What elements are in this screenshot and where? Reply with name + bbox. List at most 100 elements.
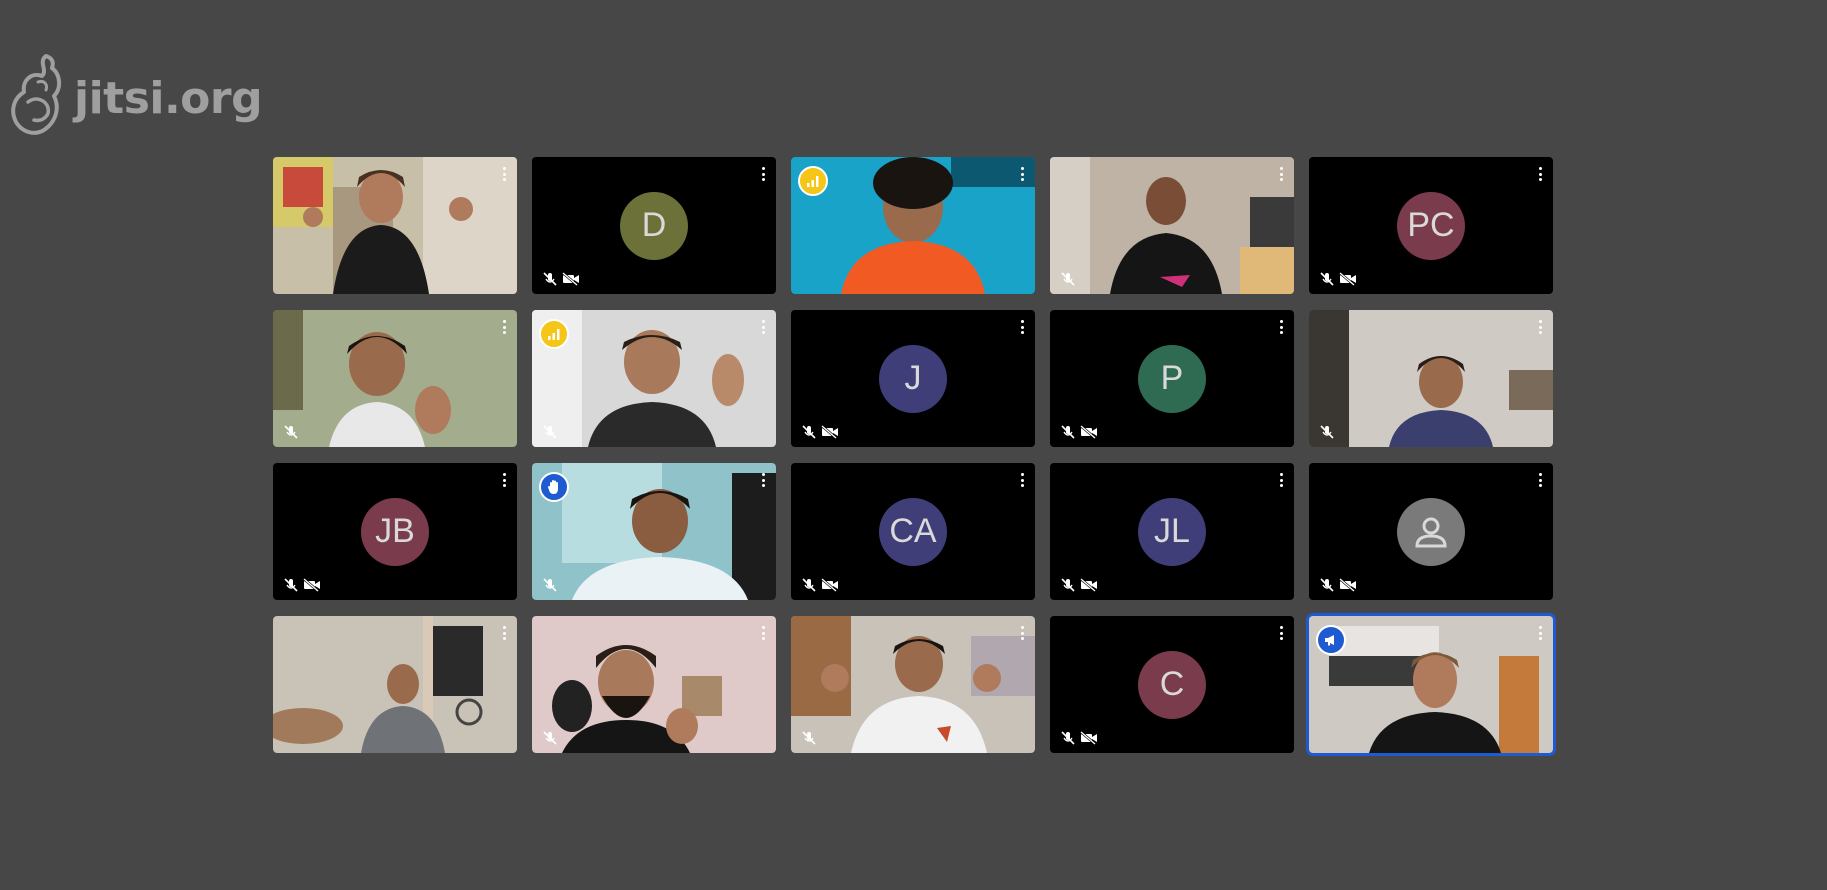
more-options-icon[interactable] xyxy=(501,167,507,185)
participant-tile[interactable] xyxy=(1309,310,1553,447)
more-options-icon[interactable] xyxy=(501,473,507,491)
participant-tile-dominant-speaker[interactable] xyxy=(1306,613,1556,756)
avatar-initials: C xyxy=(1159,665,1185,703)
participant-grid: D PC J P JB CA JL C xyxy=(273,157,1556,756)
user-icon xyxy=(1415,517,1447,547)
participant-video xyxy=(273,616,517,753)
avatar: CA xyxy=(879,497,947,566)
camera-off-icon xyxy=(1080,578,1097,592)
avatar-initials: PC xyxy=(1407,206,1455,244)
status-indicators xyxy=(542,578,558,592)
participant-tile[interactable] xyxy=(1050,157,1294,294)
participant-tile[interactable] xyxy=(273,310,517,447)
mic-muted-icon xyxy=(284,425,298,439)
status-indicators xyxy=(1060,731,1098,745)
status-indicators xyxy=(1060,578,1098,592)
status-indicators xyxy=(1319,272,1357,286)
more-options-icon[interactable] xyxy=(1019,473,1025,491)
avatar: C xyxy=(1138,650,1206,719)
avatar-initials: JB xyxy=(375,512,415,550)
logo-text: jitsi.org xyxy=(74,72,263,124)
participant-tile[interactable]: J xyxy=(791,310,1035,447)
participant-tile[interactable]: D xyxy=(532,157,776,294)
participant-tile[interactable] xyxy=(1309,463,1553,600)
more-options-icon[interactable] xyxy=(760,167,766,185)
more-options-icon[interactable] xyxy=(1278,626,1284,644)
more-options-icon[interactable] xyxy=(1537,320,1543,338)
participant-tile[interactable]: JB xyxy=(273,463,517,600)
more-options-icon[interactable] xyxy=(1019,320,1025,338)
avatar: JL xyxy=(1138,497,1206,566)
mic-muted-icon xyxy=(802,731,816,745)
avatar xyxy=(1397,497,1465,566)
camera-off-icon xyxy=(821,578,838,592)
more-options-icon[interactable] xyxy=(1278,167,1284,185)
participant-tile[interactable] xyxy=(532,463,776,600)
avatar-initials: P xyxy=(1160,359,1184,397)
mic-muted-icon xyxy=(1061,731,1075,745)
camera-off-icon xyxy=(1339,578,1356,592)
more-options-icon[interactable] xyxy=(760,320,766,338)
status-indicators xyxy=(1060,425,1098,439)
connection-indicator-icon[interactable] xyxy=(798,166,828,196)
more-options-icon[interactable] xyxy=(1537,167,1543,185)
dominant-speaker-icon[interactable] xyxy=(1316,625,1346,655)
camera-off-icon xyxy=(1080,425,1097,439)
more-options-icon[interactable] xyxy=(501,626,507,644)
status-indicators xyxy=(283,425,299,439)
status-indicators xyxy=(1060,272,1076,286)
participant-tile[interactable]: CA xyxy=(791,463,1035,600)
status-indicators xyxy=(801,731,817,745)
participant-video xyxy=(273,310,517,447)
more-options-icon[interactable] xyxy=(1019,626,1025,644)
more-options-icon[interactable] xyxy=(1278,473,1284,491)
more-options-icon[interactable] xyxy=(1537,473,1543,491)
status-indicators xyxy=(1319,578,1357,592)
raised-hand-icon[interactable] xyxy=(539,472,569,502)
avatar: P xyxy=(1138,344,1206,413)
participant-video xyxy=(273,157,517,294)
participant-video xyxy=(1309,310,1553,447)
participant-tile[interactable]: JL xyxy=(1050,463,1294,600)
mic-muted-icon xyxy=(543,425,557,439)
camera-off-icon xyxy=(821,425,838,439)
status-indicators xyxy=(801,578,839,592)
mic-muted-icon xyxy=(1061,578,1075,592)
camera-off-icon xyxy=(1080,731,1097,745)
participant-tile[interactable] xyxy=(532,310,776,447)
status-indicators xyxy=(801,425,839,439)
mic-muted-icon xyxy=(802,425,816,439)
more-options-icon[interactable] xyxy=(1537,626,1543,644)
participant-tile[interactable]: C xyxy=(1050,616,1294,753)
camera-off-icon xyxy=(303,578,320,592)
participant-tile[interactable] xyxy=(532,616,776,753)
camera-off-icon xyxy=(562,272,579,286)
participant-tile[interactable]: P xyxy=(1050,310,1294,447)
participant-tile[interactable]: PC xyxy=(1309,157,1553,294)
avatar-initials: CA xyxy=(889,512,937,550)
mic-muted-icon xyxy=(284,578,298,592)
more-options-icon[interactable] xyxy=(760,473,766,491)
participant-video xyxy=(532,616,776,753)
participant-tile[interactable] xyxy=(273,157,517,294)
mic-muted-icon xyxy=(1061,425,1075,439)
connection-indicator-icon[interactable] xyxy=(539,319,569,349)
more-options-icon[interactable] xyxy=(760,626,766,644)
avatar: JB xyxy=(361,497,429,566)
mic-muted-icon xyxy=(543,578,557,592)
more-options-icon[interactable] xyxy=(1019,167,1025,185)
avatar-initials: J xyxy=(904,359,922,397)
camera-off-icon xyxy=(1339,272,1356,286)
avatar-initials: JL xyxy=(1154,512,1190,550)
more-options-icon[interactable] xyxy=(1278,320,1284,338)
participant-video xyxy=(791,616,1035,753)
jitsi-logo: jitsi.org xyxy=(8,52,263,144)
mic-muted-icon xyxy=(802,578,816,592)
avatar: D xyxy=(620,191,688,260)
participant-video xyxy=(1050,157,1294,294)
participant-tile[interactable] xyxy=(273,616,517,753)
participant-tile[interactable] xyxy=(791,157,1035,294)
status-indicators xyxy=(542,731,558,745)
more-options-icon[interactable] xyxy=(501,320,507,338)
participant-tile[interactable] xyxy=(791,616,1035,753)
